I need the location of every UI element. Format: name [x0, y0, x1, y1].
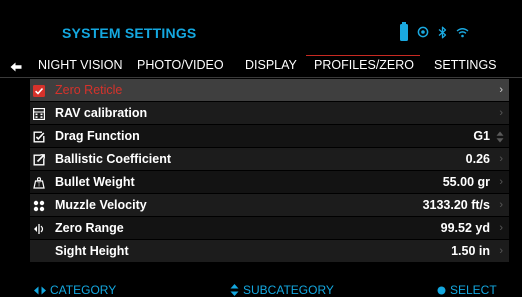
list-item-label: Sight Height	[55, 244, 129, 258]
hint-select: SELECT	[437, 283, 497, 297]
list-item-sight-height[interactable]: Sight Height 1.50 in ›	[30, 240, 509, 263]
target-range-icon	[33, 222, 45, 234]
list-item-drag-function[interactable]: Drag Function G1	[30, 125, 509, 148]
dots-grid-icon	[33, 199, 45, 212]
list-item-rav-calibration[interactable]: RAV calibration ›	[30, 102, 509, 125]
hint-subcategory-label: SUBCATEGORY	[243, 283, 334, 297]
list-item-zero-range[interactable]: Zero Range 99.52 yd ›	[30, 217, 509, 240]
list-item-value: 1.50 in	[451, 244, 490, 258]
list-item-ballistic-coefficient[interactable]: Ballistic Coefficient 0.26 ›	[30, 148, 509, 171]
tab-photo-video[interactable]: PHOTO/VIDEO	[137, 58, 224, 72]
recording-icon	[417, 26, 429, 38]
list-item-label: Ballistic Coefficient	[55, 152, 171, 166]
hint-select-label: SELECT	[450, 283, 497, 297]
list-item-bullet-weight[interactable]: T Bullet Weight 55.00 gr ›	[30, 171, 509, 194]
hint-category-label: CATEGORY	[50, 283, 117, 297]
calculator-icon	[33, 107, 46, 121]
chevron-right-icon: ›	[499, 245, 503, 257]
up-down-arrows-icon[interactable]	[496, 130, 504, 148]
tab-display[interactable]: DISPLAY	[245, 58, 297, 72]
list-item-value: 55.00 gr	[442, 175, 490, 189]
wifi-icon	[456, 27, 469, 38]
battery-icon	[400, 21, 408, 41]
chevron-right-icon: ›	[499, 153, 503, 165]
svg-text:T: T	[37, 183, 40, 189]
list-item-label: RAV calibration	[55, 106, 148, 120]
left-right-arrows-icon	[34, 286, 46, 294]
list-item-label: Bullet Weight	[55, 175, 135, 189]
select-dot-icon	[437, 286, 446, 294]
tab-night-vision[interactable]: NIGHT VISION	[38, 58, 123, 72]
active-tab-indicator	[306, 55, 420, 56]
list-item-value: 99.52 yd	[440, 221, 490, 235]
back-arrow-icon[interactable]	[10, 59, 22, 77]
hint-category: CATEGORY	[34, 283, 116, 297]
footer-hints: CATEGORY SUBCATEGORY SELECT	[0, 281, 522, 297]
list-item-value: 3133.20 ft/s	[422, 198, 490, 212]
hint-subcategory: SUBCATEGORY	[230, 283, 334, 297]
list-item-value: 0.26	[465, 152, 490, 166]
settings-list: Zero Reticle › RAV calibration › Drag Fu…	[30, 79, 509, 263]
up-down-arrows-icon	[230, 284, 239, 296]
external-edit-icon	[33, 153, 45, 166]
chevron-right-icon: ›	[499, 222, 503, 234]
tab-settings[interactable]: SETTINGS	[434, 58, 497, 72]
title-bar: SYSTEM SETTINGS	[0, 0, 522, 50]
tab-bar: NIGHT VISION PHOTO/VIDEO DISPLAY PROFILE…	[0, 55, 522, 77]
list-item-value: G1	[473, 129, 490, 143]
bluetooth-icon	[438, 26, 447, 39]
weight-icon: T	[33, 176, 45, 189]
list-item-label: Drag Function	[55, 129, 140, 143]
list-item-label: Zero Reticle	[55, 83, 123, 97]
tabs-divider	[0, 77, 522, 78]
tab-profiles-zero[interactable]: PROFILES/ZERO	[314, 58, 414, 72]
list-item-muzzle-velocity[interactable]: Muzzle Velocity 3133.20 ft/s ›	[30, 194, 509, 217]
chevron-right-icon: ›	[499, 107, 503, 119]
list-item-label: Zero Range	[55, 221, 124, 235]
list-item-label: Muzzle Velocity	[55, 198, 147, 212]
chevron-right-icon: ›	[499, 176, 503, 188]
status-icons	[400, 21, 469, 42]
list-item-zero-reticle[interactable]: Zero Reticle ›	[30, 79, 509, 102]
page-title: SYSTEM SETTINGS	[62, 25, 197, 41]
edit-square-icon	[33, 130, 45, 143]
chevron-right-icon: ›	[499, 199, 503, 211]
chevron-right-icon: ›	[499, 84, 503, 96]
checkbox-checked-icon	[33, 84, 45, 97]
